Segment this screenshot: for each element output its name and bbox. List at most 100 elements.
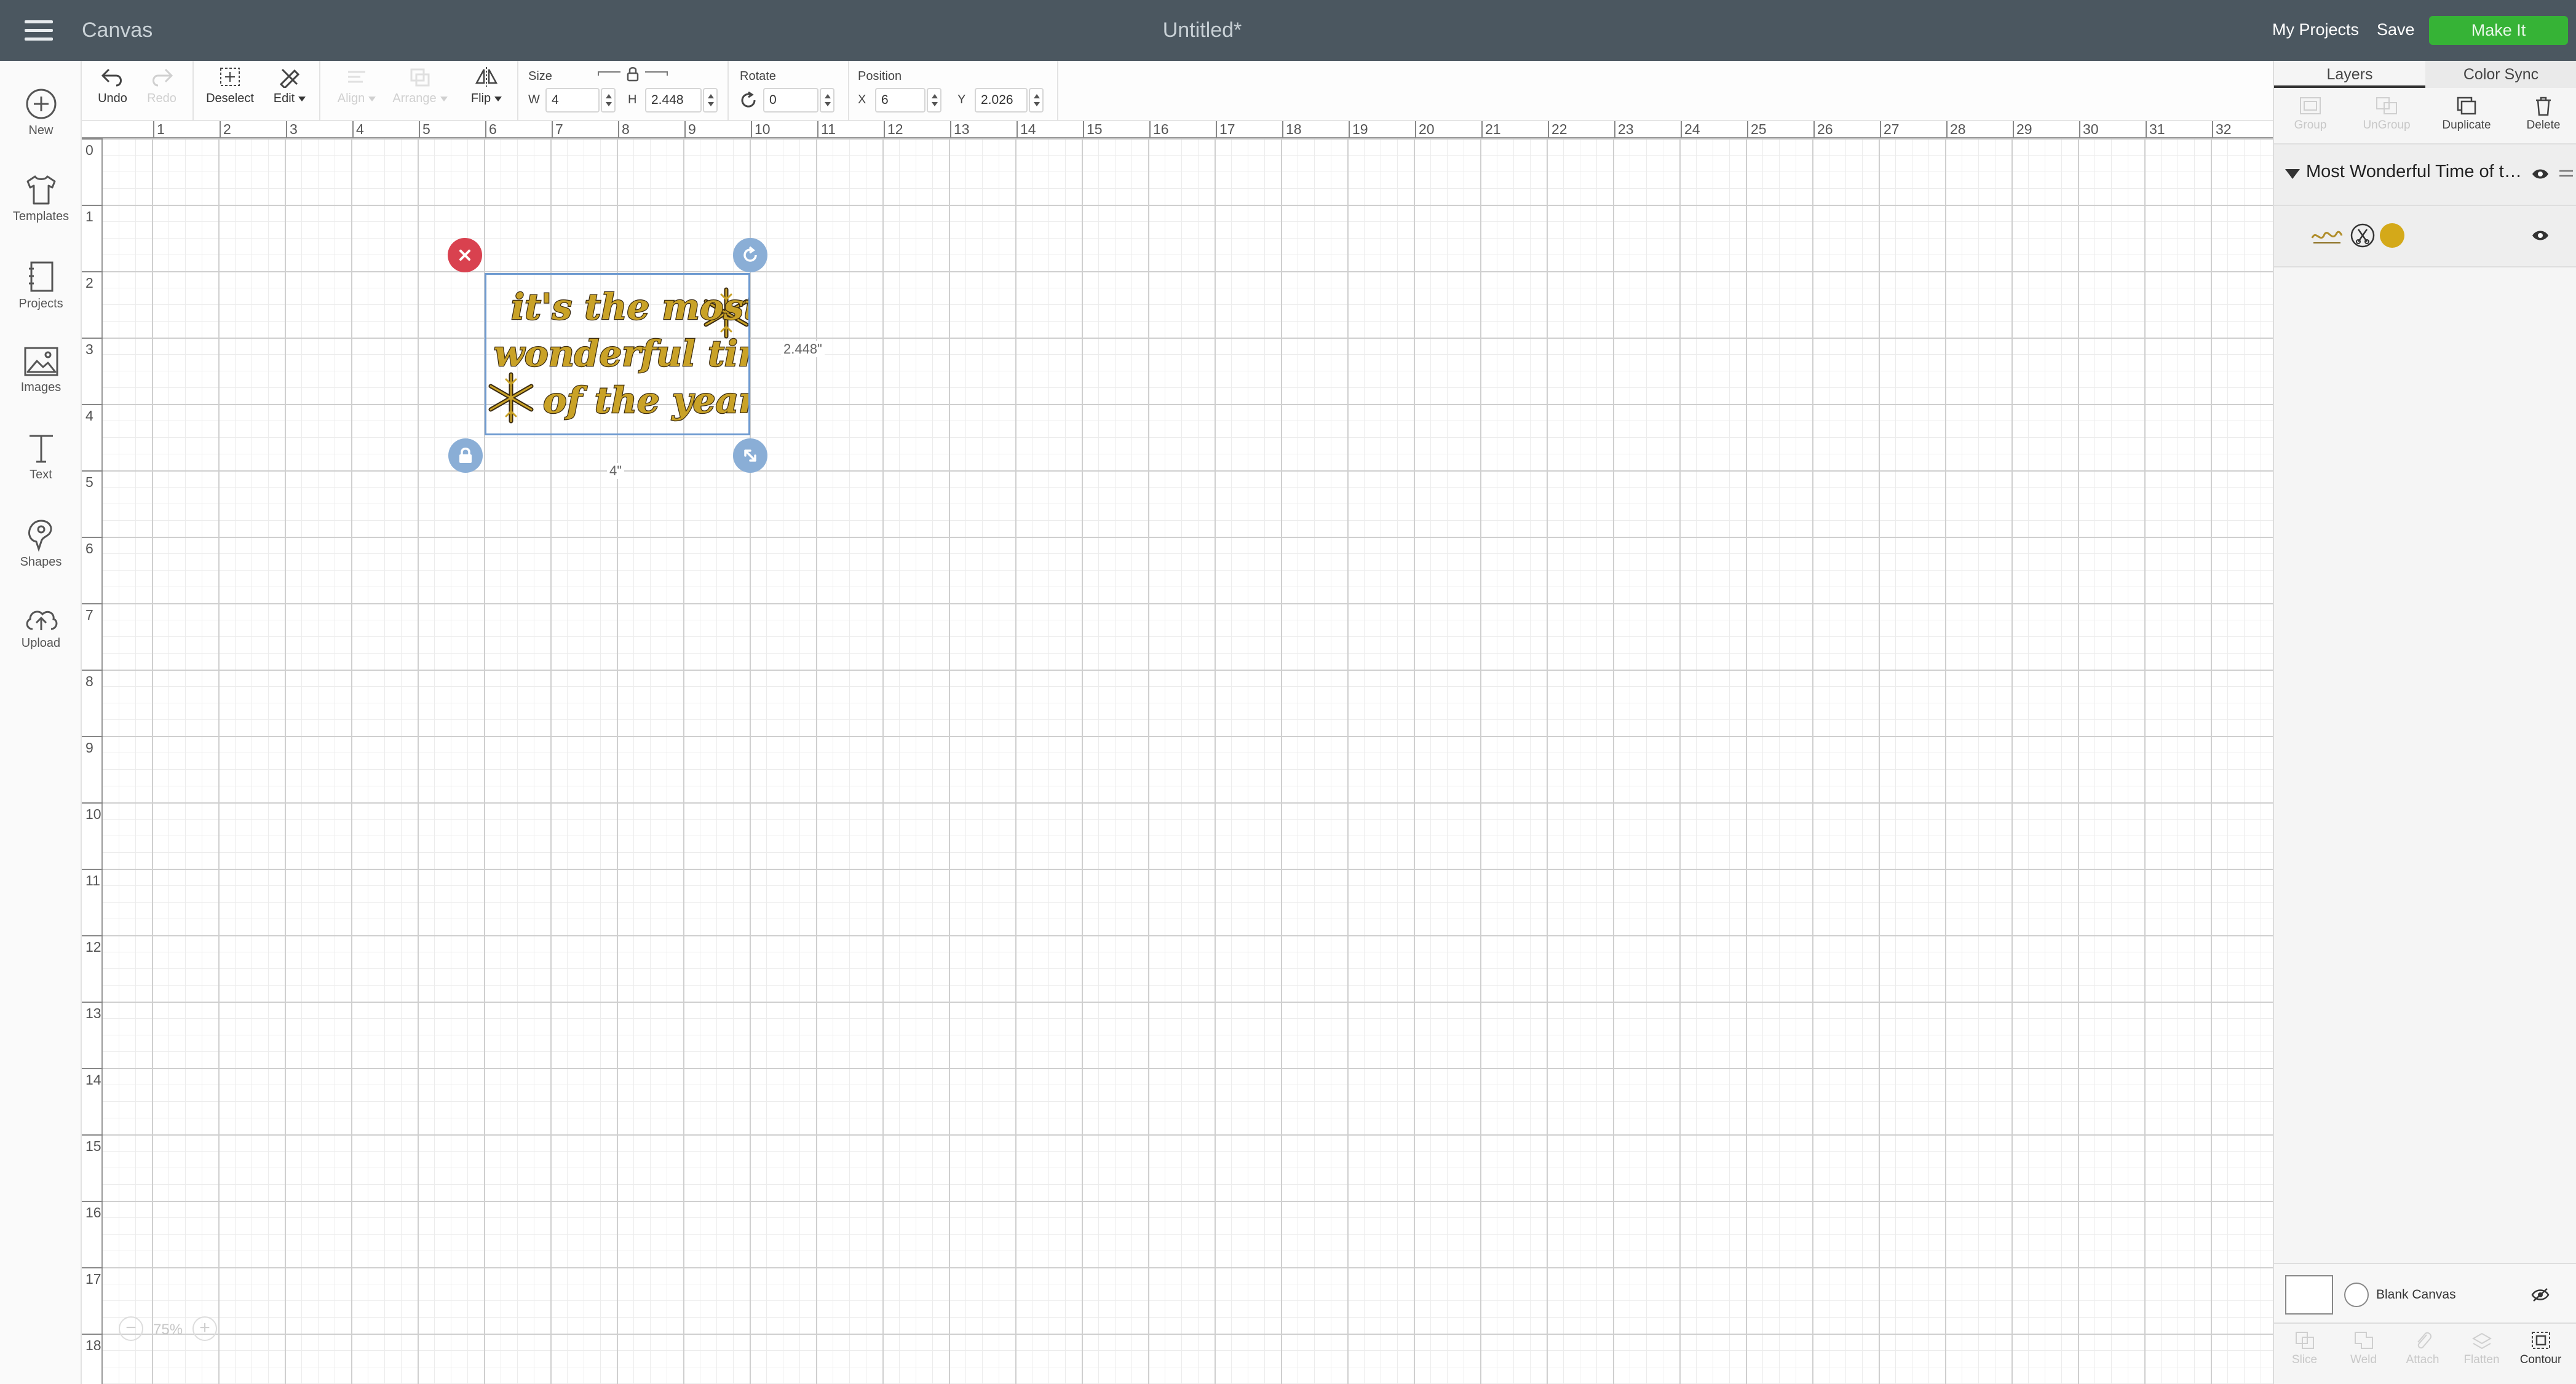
chevron-down-icon	[368, 96, 376, 101]
sidebar-item-projects[interactable]: Projects	[0, 245, 82, 325]
align-button[interactable]: Align	[329, 66, 384, 106]
rotate-handle[interactable]	[733, 238, 767, 272]
arrange-icon	[410, 68, 430, 87]
slice-icon	[2295, 1332, 2314, 1349]
ruler-v-tick: 18	[82, 1334, 103, 1353]
edit-toolbar: Undo Redo Deselect Edit Align Arrange Fl…	[82, 61, 2273, 121]
artwork-image[interactable]: it's the most wonderful time of the year	[486, 275, 799, 433]
selected-artwork-bounds[interactable]: it's the most wonderful time of the year	[485, 273, 799, 435]
paperclip-icon	[2417, 1332, 2431, 1349]
arrange-button[interactable]: Arrange	[389, 66, 451, 106]
redo-button[interactable]: Redo	[143, 66, 180, 106]
drag-handle-icon[interactable]	[2558, 169, 2574, 178]
tab-color-sync[interactable]: Color Sync	[2425, 61, 2576, 88]
slice-button[interactable]: Slice	[2275, 1330, 2334, 1367]
duplicate-button[interactable]: Duplicate	[2433, 95, 2500, 132]
flip-button[interactable]: Flip	[462, 66, 511, 106]
ruler-v-tick: 1	[82, 205, 103, 224]
contour-button[interactable]: Contour	[2511, 1330, 2570, 1367]
vertical-ruler: 0 1 2 3 4 5 6 7 8 9 10 11 12 13 14 15 16 17 18	[82, 138, 103, 1384]
ruler-h-tick: 5	[419, 121, 430, 138]
x-position-stepper[interactable]	[927, 88, 941, 113]
ruler-v-tick: 16	[82, 1201, 103, 1220]
my-projects-link[interactable]: My Projects	[2272, 20, 2359, 39]
attach-button[interactable]: Attach	[2393, 1330, 2452, 1367]
layers-panel: Layers Color Sync Group UnGroup Duplicat…	[2273, 61, 2576, 1384]
delete-button[interactable]: Delete	[2510, 95, 2576, 132]
zoom-in-button[interactable]: +	[192, 1316, 217, 1341]
tab-layers[interactable]: Layers	[2274, 61, 2425, 88]
edit-menu-button[interactable]: Edit	[266, 66, 313, 106]
rotate-group: Rotate 0	[729, 61, 849, 121]
weld-button[interactable]: Weld	[2334, 1330, 2393, 1367]
ruler-h-tick: 27	[1880, 121, 1900, 138]
document-title[interactable]: Untitled*	[0, 18, 2404, 42]
ruler-v-tick: 13	[82, 1002, 103, 1021]
layer-row[interactable]	[2274, 206, 2576, 267]
sidebar-item-templates[interactable]: Templates	[0, 159, 82, 239]
zoom-out-button[interactable]: −	[119, 1316, 143, 1341]
cut-scissors-icon[interactable]	[2350, 223, 2375, 248]
ruler-h-tick: 7	[552, 121, 563, 138]
width-input[interactable]: 4	[545, 88, 600, 113]
x-position-input[interactable]: 6	[875, 88, 925, 113]
save-link[interactable]: Save	[2377, 20, 2415, 39]
contour-icon	[2531, 1332, 2550, 1349]
plus-circle-icon	[26, 89, 56, 119]
ruler-v-tick: 3	[82, 338, 103, 357]
eye-icon[interactable]	[2531, 229, 2550, 242]
triangle-down-icon[interactable]	[2284, 168, 2301, 180]
sidebar-item-images[interactable]: Images	[0, 331, 82, 411]
group-button[interactable]: Group	[2277, 95, 2344, 132]
canvas-color-circle[interactable]	[2344, 1283, 2369, 1307]
height-stepper[interactable]	[703, 88, 718, 113]
lock-handle[interactable]	[448, 438, 483, 473]
sidebar-item-shapes[interactable]: Shapes	[0, 504, 82, 583]
sidebar-item-new[interactable]: New	[0, 73, 82, 153]
ruler-v-tick: 9	[82, 736, 103, 756]
ruler-h-tick: 19	[1349, 121, 1368, 138]
sidebar-item-text[interactable]: Text	[0, 417, 82, 497]
ruler-h-tick: 4	[352, 121, 364, 138]
layer-thumbnail	[2311, 231, 2343, 243]
width-label: W	[528, 93, 540, 106]
eye-hidden-icon[interactable]	[2531, 1287, 2550, 1302]
resize-handle[interactable]	[733, 438, 767, 473]
blank-canvas-swatch[interactable]	[2285, 1275, 2333, 1315]
rotate-stepper[interactable]	[820, 88, 834, 113]
flatten-button[interactable]: Flatten	[2452, 1330, 2511, 1367]
layer-color-swatch[interactable]	[2380, 223, 2404, 248]
sidebar-item-upload[interactable]: Upload	[0, 590, 82, 670]
width-dimension-label: 4"	[607, 463, 625, 479]
ruler-h-tick: 18	[1282, 121, 1302, 138]
chevron-down-icon	[494, 96, 502, 101]
rotate-input[interactable]: 0	[763, 88, 818, 113]
ruler-h-tick: 6	[485, 121, 497, 138]
sidebar-item-label: Projects	[18, 297, 63, 310]
horizontal-ruler: 1 2 3 4 5 6 7 8 9 10 11 12 13 14 15 16 17 18 19 20 21 22 23 24 2…	[82, 121, 2273, 138]
blank-canvas-row[interactable]: Blank Canvas	[2274, 1263, 2576, 1322]
undo-button[interactable]: Undo	[94, 66, 131, 106]
eye-icon[interactable]	[2531, 168, 2550, 180]
ruler-h-tick: 1	[153, 121, 165, 138]
y-position-input[interactable]: 2.026	[975, 88, 1028, 113]
width-stepper[interactable]	[601, 88, 616, 113]
ungroup-button[interactable]: UnGroup	[2353, 95, 2420, 132]
shapes-icon	[28, 520, 52, 552]
cloud-upload-icon	[26, 611, 57, 630]
height-input[interactable]: 2.448	[645, 88, 702, 113]
make-it-button[interactable]: Make It	[2429, 16, 2568, 45]
close-icon	[459, 250, 470, 261]
lock-aspect-icon[interactable]	[596, 66, 670, 84]
design-canvas[interactable]: 1 2 3 4 5 6 7 8 9 10 11 12 13 14 15 16 17 18 19 20 21 22 23 24 2…	[82, 121, 2273, 1384]
ruler-v-tick: 17	[82, 1267, 103, 1287]
size-group: Size W 4 H 2.448	[518, 61, 729, 121]
layer-group-row[interactable]: Most Wonderful Time of the Year	[2274, 144, 2576, 206]
zoom-control: − 75% +	[119, 1314, 223, 1342]
deselect-button[interactable]: Deselect	[202, 66, 258, 106]
undo-icon	[101, 68, 122, 87]
ruler-h-tick: 25	[1747, 121, 1767, 138]
y-position-stepper[interactable]	[1029, 88, 1044, 113]
ruler-h-tick: 31	[2146, 121, 2165, 138]
delete-handle[interactable]	[448, 238, 482, 272]
